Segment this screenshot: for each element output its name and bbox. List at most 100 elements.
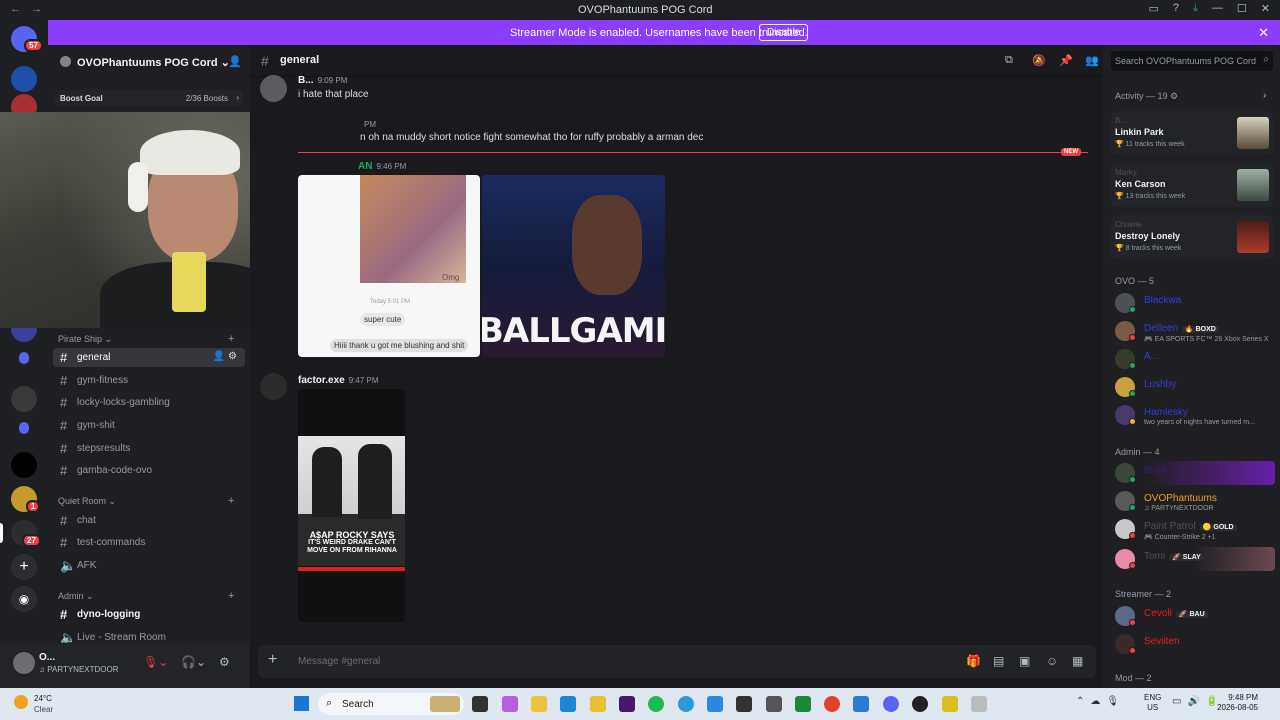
system-tray[interactable]: ⌃☁🎙 xyxy=(1076,696,1125,707)
discord-icon[interactable] xyxy=(883,696,899,712)
message-author[interactable]: B... 9:09 PM xyxy=(298,75,347,86)
inbox-icon[interactable]: ▭ xyxy=(1149,2,1159,15)
notification-bell-icon[interactable]: 🔕 xyxy=(1032,54,1046,67)
sticker-icon[interactable]: ▣ xyxy=(1019,654,1030,668)
app-icon[interactable] xyxy=(942,696,958,712)
avatar[interactable] xyxy=(260,75,287,102)
app-icon[interactable] xyxy=(736,696,752,712)
mute-microphone-icon[interactable]: 🎙⌄ xyxy=(143,655,168,669)
attachment-image[interactable]: A$AP ROCKY SAYS IT'S WEIRD DRAKE CAN'T MO… xyxy=(298,389,405,622)
member-item[interactable]: Seviiten xyxy=(1115,632,1275,656)
channel-gamba-code-ovo[interactable]: # gamba-code-ovo xyxy=(53,461,245,480)
channel-gym-fitness[interactable]: # gym-fitness xyxy=(53,371,245,390)
chrome-icon[interactable] xyxy=(824,696,840,712)
attachment-image[interactable]: BALLGAMI xyxy=(482,175,665,357)
dismiss-banner-icon[interactable]: ✕ xyxy=(1258,25,1269,41)
pinned-messages-icon[interactable]: 📌 xyxy=(1059,54,1073,67)
member-item[interactable]: Hamlesky two years of nights have turned … xyxy=(1115,403,1275,427)
ovo-server-icon[interactable] xyxy=(11,452,37,478)
category-pirate-ship[interactable]: Pirate Ship ⌄ + xyxy=(58,333,234,345)
channel-locky-locks-gambling[interactable]: # locky-locks-gambling xyxy=(53,393,245,412)
apps-icon[interactable]: ▦ xyxy=(1072,654,1083,668)
nav-arrows[interactable]: ←→ xyxy=(10,3,52,15)
task-view-icon[interactable] xyxy=(472,696,488,712)
message-composer[interactable]: + Message #general 🎁 ▤ ▣ ☺ ▦ xyxy=(258,645,1096,678)
threads-icon[interactable]: ⧉ xyxy=(1005,54,1013,67)
category-admin[interactable]: Admin ⌄ + xyxy=(58,590,234,602)
spotify-icon[interactable] xyxy=(648,696,664,712)
copilot-icon[interactable] xyxy=(502,696,518,712)
member-list-icon[interactable]: 👥 xyxy=(1085,54,1099,67)
emoji-icon[interactable]: ☺ xyxy=(1046,654,1058,668)
discover-icon[interactable]: ◉ xyxy=(11,586,37,612)
obs-icon[interactable] xyxy=(912,696,928,712)
channel-chat[interactable]: # chat xyxy=(53,511,245,530)
excel-icon[interactable] xyxy=(795,696,811,712)
member-item[interactable]: Blurk xyxy=(1115,461,1275,485)
snipping-tool-icon[interactable] xyxy=(971,696,987,712)
boost-goal-bar[interactable]: Boost Goal 2/36 Boosts › xyxy=(55,90,243,106)
clock[interactable]: 9:48 PM 2026-08-05 xyxy=(1210,693,1258,713)
activity-card[interactable]: Chowie Destroy Lonely 🏆 8 tracks this we… xyxy=(1111,215,1273,259)
app-icon[interactable] xyxy=(707,696,723,712)
member-item[interactable]: OVOPhantuums ♫ PARTYNEXTDOOR xyxy=(1115,489,1275,513)
avatar[interactable] xyxy=(13,652,35,674)
channel-settings-icon[interactable]: 👤 ⚙ xyxy=(213,351,237,362)
member-item[interactable]: Paint Patrol 🟡 GOLD 🎮 Counter-Strike 2 +1 xyxy=(1115,517,1275,541)
help-icon[interactable]: ? xyxy=(1173,2,1179,15)
add-attachment-icon[interactable]: + xyxy=(268,651,277,669)
app-icon[interactable] xyxy=(619,696,635,712)
folder-icon[interactable] xyxy=(19,352,29,364)
chevron-right-icon[interactable]: › xyxy=(1263,90,1266,101)
channel-stepsresults[interactable]: # stepsresults xyxy=(53,439,245,458)
message-input[interactable]: Message #general xyxy=(298,656,380,667)
headphones-deafen-icon[interactable]: 🎧⌄ xyxy=(181,655,206,669)
channel-general[interactable]: # general 👤 ⚙ xyxy=(53,348,245,367)
message-author[interactable]: AN 9:46 PM xyxy=(358,161,406,172)
app-icon[interactable] xyxy=(590,696,606,712)
member-item[interactable]: Blackwa xyxy=(1115,291,1275,315)
language-indicator[interactable]: ENG US xyxy=(1144,693,1161,713)
user-settings-icon[interactable]: ⚙ xyxy=(219,655,230,669)
file-explorer-icon[interactable] xyxy=(531,696,547,712)
search-icon: ⌕ xyxy=(1263,54,1269,65)
windows-start-icon[interactable] xyxy=(294,696,309,711)
message-author[interactable]: factor.exe 9:47 PM xyxy=(298,375,379,386)
gif-icon[interactable]: ▤ xyxy=(993,654,1004,668)
attachment-image[interactable]: Omg Today 5:01 PM super cute Hiiii thank… xyxy=(298,175,480,357)
folder-icon[interactable] xyxy=(19,422,29,434)
edge-icon[interactable] xyxy=(560,696,576,712)
minimize-icon[interactable]: — xyxy=(1212,2,1223,15)
server-header[interactable]: OVOPhantuums POG Cord ⌄ 👤 xyxy=(48,45,250,77)
avatar[interactable] xyxy=(260,373,287,400)
member-item[interactable]: Delleen 🔥 BOXD 🎮 EA SPORTS FC™ 26 Xbox Ser… xyxy=(1115,319,1275,343)
widget-icon[interactable] xyxy=(430,696,460,712)
invite-people-icon[interactable]: 👤 xyxy=(228,55,242,68)
disable-streamer-mode-button[interactable]: Disable xyxy=(759,24,809,41)
category-quiet-room[interactable]: Quiet Room ⌄ + xyxy=(58,495,234,507)
activity-card[interactable]: Marky Ken Carson 🏆 13 tracks this week xyxy=(1111,163,1273,207)
channel-test-commands[interactable]: # test-commands xyxy=(53,533,245,552)
member-item[interactable]: A... xyxy=(1115,347,1275,371)
server-icon[interactable] xyxy=(11,66,37,92)
channel-dyno-logging[interactable]: # dyno-logging xyxy=(53,605,245,624)
search-input[interactable]: Search OVOPhantuums POG Cord ⌕ xyxy=(1111,51,1273,71)
member-item[interactable]: Cevoli 🚀 BAU xyxy=(1115,604,1275,628)
add-channel-icon[interactable]: + xyxy=(228,590,234,602)
member-item[interactable]: Lushby xyxy=(1115,375,1275,399)
activity-card[interactable]: B... Linkin Park 🏆 11 tracks this week xyxy=(1111,111,1273,155)
member-item[interactable]: Tomi 🚀 SLAY xyxy=(1115,547,1275,571)
add-channel-icon[interactable]: + xyxy=(228,333,234,345)
download-icon[interactable]: ⤓ xyxy=(1193,2,1198,15)
server-icon[interactable] xyxy=(11,386,37,412)
add-channel-icon[interactable]: + xyxy=(228,495,234,507)
channel-gym-shit[interactable]: # gym-shit xyxy=(53,416,245,435)
settings-icon[interactable] xyxy=(766,696,782,712)
close-icon[interactable]: ✕ xyxy=(1261,2,1270,15)
add-server-icon[interactable]: + xyxy=(11,554,37,580)
app-icon[interactable] xyxy=(853,696,869,712)
gift-icon[interactable]: 🎁 xyxy=(966,654,981,668)
maximize-icon[interactable]: ☐ xyxy=(1237,2,1247,15)
channel-afk[interactable]: 🔈 AFK xyxy=(53,556,245,575)
telegram-icon[interactable] xyxy=(678,696,694,712)
